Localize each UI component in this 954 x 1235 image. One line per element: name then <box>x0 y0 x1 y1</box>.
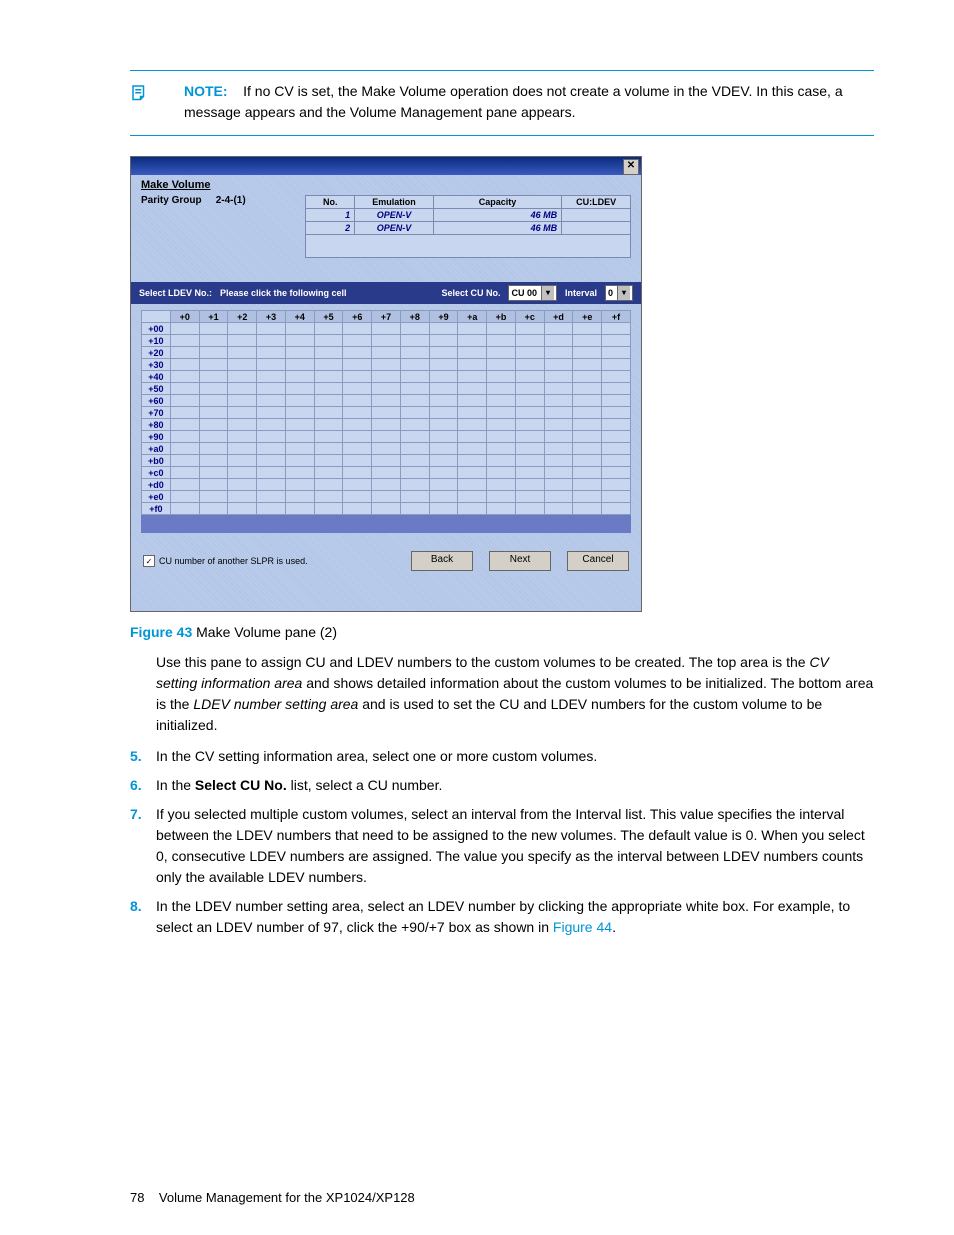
table-row[interactable]: 2 OPEN-V 46 MB <box>306 222 631 235</box>
step-list: 5. In the CV setting information area, s… <box>130 746 874 938</box>
note-icon <box>130 81 158 123</box>
page-footer: 78 Volume Management for the XP1024/XP12… <box>130 1190 415 1205</box>
grid-footer-bar <box>141 515 631 533</box>
ldev-grid[interactable]: +0+1+2+3+4+5+6+7+8+9+a+b+c+d+e+f+00+10+2… <box>141 310 631 515</box>
note-text: If no CV is set, the Make Volume operati… <box>184 83 843 120</box>
slpr-checkbox[interactable]: ✓ <box>143 555 155 567</box>
intro-paragraph: Use this pane to assign CU and LDEV numb… <box>156 652 874 736</box>
interval-label: Interval <box>565 288 597 298</box>
interval-dropdown[interactable]: 0▾ <box>605 285 633 301</box>
select-ldev-label: Select LDEV No.: <box>139 288 212 298</box>
chevron-down-icon: ▾ <box>617 286 630 300</box>
parity-group-label: Parity Group <box>141 195 216 206</box>
next-button[interactable]: Next <box>489 551 551 571</box>
table-row[interactable]: 1 OPEN-V 46 MB <box>306 209 631 222</box>
hint-text: Please click the following cell <box>220 288 347 298</box>
col-no: No. <box>306 196 355 209</box>
col-cap: Capacity <box>433 196 561 209</box>
col-culdev: CU:LDEV <box>562 196 631 209</box>
figure-link[interactable]: Figure 44 <box>553 919 612 935</box>
select-cu-label: Select CU No. <box>441 288 500 298</box>
list-item: 6. In the Select CU No. list, select a C… <box>130 775 874 796</box>
cancel-button[interactable]: Cancel <box>567 551 629 571</box>
list-item: 5. In the CV setting information area, s… <box>130 746 874 767</box>
volume-table[interactable]: No. Emulation Capacity CU:LDEV 1 OPEN-V … <box>305 195 631 258</box>
make-volume-window: ✕ Make Volume Parity Group 2-4-(1) No. E… <box>130 156 642 612</box>
ldev-select-bar: Select LDEV No.: Please click the follow… <box>131 282 641 304</box>
list-item: 8. In the LDEV number setting area, sele… <box>130 896 874 938</box>
col-emu: Emulation <box>355 196 434 209</box>
note-block: NOTE: If no CV is set, the Make Volume o… <box>130 70 874 136</box>
cu-dropdown[interactable]: CU 00▾ <box>508 285 557 301</box>
back-button[interactable]: Back <box>411 551 473 571</box>
window-title: Make Volume <box>131 175 641 193</box>
figure-caption: Figure 43 Make Volume pane (2) <box>130 624 874 640</box>
close-icon[interactable]: ✕ <box>623 159 639 175</box>
screenshot-figure: ✕ Make Volume Parity Group 2-4-(1) No. E… <box>130 156 874 612</box>
parity-group-value: 2-4-(1) <box>216 195 286 206</box>
note-label: NOTE: <box>184 83 228 99</box>
list-item: 7. If you selected multiple custom volum… <box>130 804 874 888</box>
window-titlebar: ✕ <box>131 157 641 175</box>
chevron-down-icon: ▾ <box>541 286 554 300</box>
slpr-label: CU number of another SLPR is used. <box>159 556 308 566</box>
